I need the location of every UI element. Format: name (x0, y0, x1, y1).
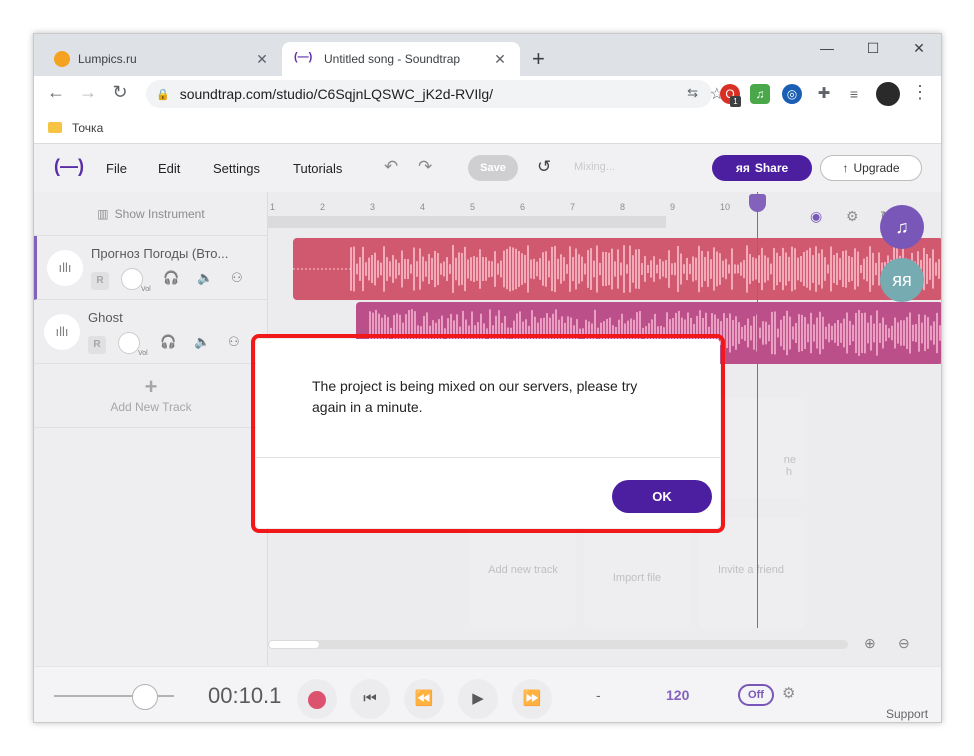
minimize-icon[interactable]: — (812, 40, 842, 56)
bookmark-item[interactable]: Точка (72, 121, 103, 135)
undo-icon[interactable]: ↶ (384, 157, 398, 177)
tab-title: Lumpics.ru (78, 52, 137, 66)
address-bar[interactable]: 🔒 soundtrap.com/studio/C6SqjnLQSWC_jK2d-… (146, 80, 724, 108)
avatar[interactable] (876, 82, 900, 106)
arrow-up-icon: ↑ (842, 161, 849, 175)
tab-title: Untitled song - Soundtrap (324, 52, 461, 66)
bookmarks-bar: Точка (34, 112, 941, 144)
app-header: (—) File Edit Settings Tutorials ↶ ↷ Sav… (34, 144, 941, 192)
new-tab-button[interactable]: + (532, 46, 545, 72)
orange-circle-icon (54, 51, 70, 67)
url-text[interactable]: soundtrap.com/studio/C6SqjnLQSWC_jK2d-RV… (180, 86, 493, 102)
soundtrap-logo[interactable]: (—) (54, 156, 84, 177)
mixing-dialog: The project is being mixed on our server… (256, 339, 720, 528)
menu-settings[interactable]: Settings (213, 161, 260, 176)
menu-edit[interactable]: Edit (158, 161, 180, 176)
puzzle-extensions-icon[interactable]: ✚ (814, 84, 834, 104)
save-button[interactable]: Save (468, 155, 518, 181)
redo-icon[interactable]: ↷ (418, 157, 432, 177)
menu-tutorials[interactable]: Tutorials (293, 161, 342, 176)
extension-badge: 1 (730, 96, 741, 107)
mixing-status: Mixing... (574, 161, 615, 173)
tab-lumpics[interactable]: Lumpics.ru ✕ (42, 42, 282, 76)
folder-icon (48, 122, 62, 133)
menu-file[interactable]: File (106, 161, 127, 176)
maximize-icon[interactable]: ☐ (858, 40, 888, 57)
lock-icon: 🔒 (156, 88, 170, 101)
dialog-divider (256, 457, 720, 458)
browser-window: Lumpics.ru ✕ (—) Untitled song - Soundtr… (33, 33, 942, 723)
reload-icon[interactable]: ↻ (108, 82, 132, 103)
globe-extension-icon[interactable]: ◎ (782, 84, 802, 104)
kebab-menu-icon[interactable]: ⋮ (908, 82, 932, 103)
soundtrap-logo-icon: (—) (294, 51, 313, 63)
ok-button[interactable]: OK (612, 480, 712, 513)
history-icon[interactable]: ↺ (537, 157, 551, 177)
browser-toolbar: ← → ↻ 🔒 soundtrap.com/studio/C6SqjnLQSWC… (34, 76, 941, 112)
reading-list-icon[interactable]: ≡ (844, 84, 864, 104)
dialog-message: The project is being mixed on our server… (312, 378, 638, 415)
tab-soundtrap[interactable]: (—) Untitled song - Soundtrap ✕ (282, 42, 520, 76)
share-label: Share (754, 161, 789, 175)
close-icon[interactable]: ✕ (492, 51, 508, 68)
forward-arrow-icon[interactable]: → (76, 82, 100, 103)
close-icon[interactable]: ✕ (254, 51, 270, 68)
upgrade-label: Upgrade (853, 161, 900, 175)
window-close-icon[interactable]: ✕ (904, 40, 934, 57)
back-arrow-icon[interactable]: ← (44, 82, 68, 103)
translate-icon[interactable]: ⇆ (687, 85, 698, 101)
share-button[interactable]: ᴙᴙ Share (712, 155, 812, 181)
collaborators-icon: ᴙᴙ (735, 161, 750, 175)
music-note-extension-icon[interactable]: ♫ (750, 84, 770, 104)
tab-bar: Lumpics.ru ✕ (—) Untitled song - Soundtr… (34, 34, 941, 76)
upgrade-button[interactable]: ↑ Upgrade (820, 155, 922, 181)
